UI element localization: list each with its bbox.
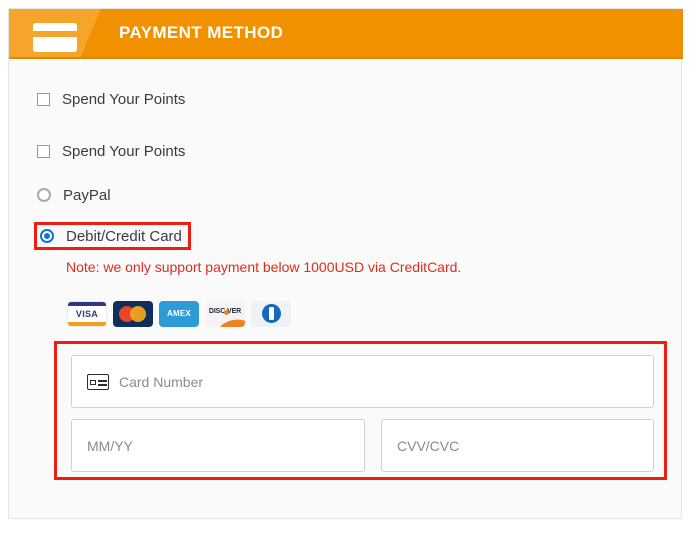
card-line-1 [98,380,107,382]
radio-debit-credit-card[interactable] [40,229,54,243]
mastercard-logo [113,301,153,327]
cvv-placeholder: CVV/CVC [397,437,460,454]
option-spend-your-points-2[interactable]: Spend Your Points [37,140,185,162]
header-badge [9,9,101,57]
diners-club-logo [251,301,291,327]
radio-paypal[interactable] [37,188,51,202]
checkbox-spend-your-points-1[interactable] [37,92,50,106]
discover-swoosh [217,317,245,327]
expiry-field[interactable]: MM/YY [71,419,365,472]
amex-logo: AMEX [159,301,199,327]
panel-body: Spend Your Points Spend Your Points PayP… [9,59,683,518]
card-icon [87,374,109,390]
checkbox-spend-your-points-2[interactable] [37,144,50,158]
visa-wordmark: VISA [75,309,99,319]
card-fields-highlight: Card Number MM/YY CVV/CVC [54,341,667,480]
option-label: Spend Your Points [62,142,186,160]
diners-inner-split [265,307,278,320]
visa-bottom-band [68,322,106,326]
option-spend-your-points-1[interactable]: Spend Your Points [37,88,185,110]
option-paypal[interactable]: PayPal [37,184,111,206]
discover-logo: DISC VER [205,301,245,327]
payment-method-panel: PAYMENT METHOD Spend Your Points Spend Y… [8,8,683,519]
visa-top-band [68,302,106,306]
card-chip [90,380,96,385]
page-title: PAYMENT METHOD [119,23,284,42]
cvv-field[interactable]: CVV/CVC [381,419,654,472]
card-brand-list: VISA AMEX DISC VER [67,301,291,327]
card-number-placeholder: Card Number [119,373,204,390]
mastercard-yellow-circle [130,306,146,322]
option-label: Spend Your Points [62,90,186,108]
amex-wordmark: AMEX [167,309,191,318]
credit-card-icon [33,23,77,52]
card-line-2 [98,384,107,386]
payment-limit-note: Note: we only support payment below 1000… [66,259,462,275]
discover-orange-dot [224,310,229,315]
card-number-field[interactable]: Card Number [71,355,654,408]
panel-header: PAYMENT METHOD [9,9,683,59]
expiry-placeholder: MM/YY [87,437,133,454]
option-label: PayPal [63,186,111,204]
option-debit-credit-card[interactable]: Debit/Credit Card [34,222,191,250]
visa-logo: VISA [67,301,107,327]
option-label: Debit/Credit Card [66,227,182,245]
